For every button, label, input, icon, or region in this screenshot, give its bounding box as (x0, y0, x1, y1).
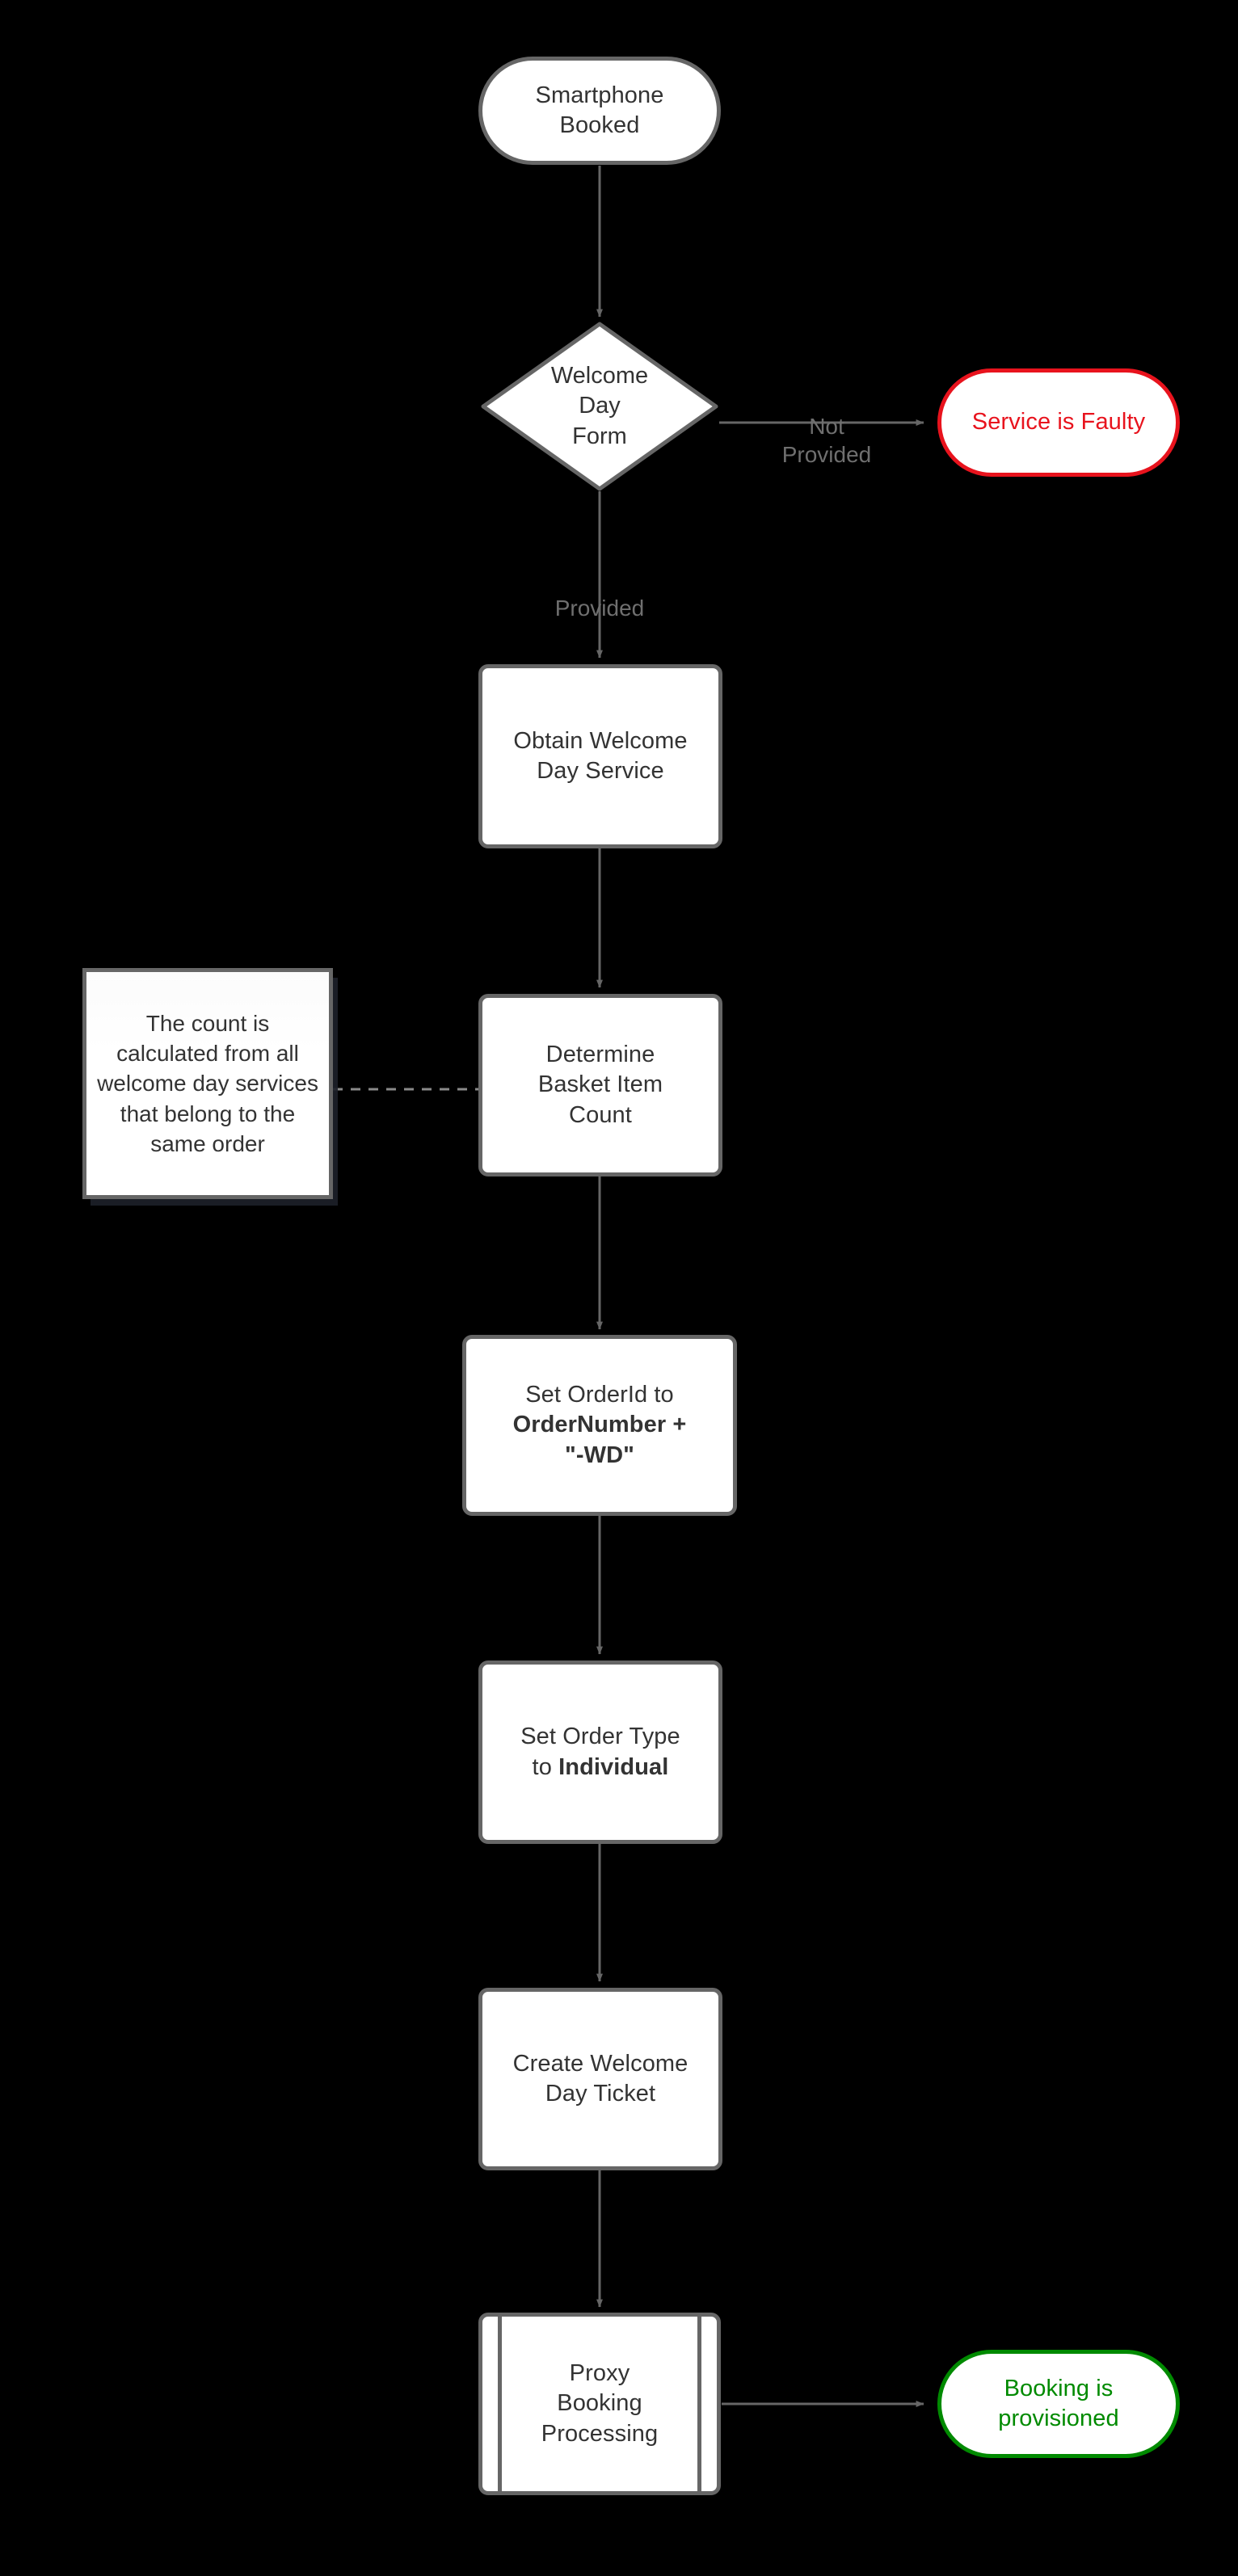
node-determine-basket-item-count[interactable]: Determine Basket Item Count (478, 994, 722, 1176)
node-start-label: Smartphone Booked (535, 82, 664, 138)
node-set-order-type-line2-bold: Individual (558, 1753, 669, 1780)
node-provisioned-label: Booking is provisioned (998, 2375, 1119, 2431)
node-set-orderid-line2: OrderNumber + (512, 1412, 687, 1438)
node-set-order-type[interactable]: Set Order Type to Individual (478, 1661, 722, 1844)
node-set-order-type-label: Set Order Type to Individual (520, 1722, 680, 1782)
node-set-order-type-line2-prefix: to (532, 1753, 559, 1780)
node-decision-welcome-day-form[interactable]: Welcome Day Form (481, 322, 718, 491)
edge-label-provided: Provided (519, 566, 680, 622)
node-service-is-faulty-label: Service is Faulty (971, 409, 1146, 436)
edge-label-not-provided: Not Provided (758, 384, 895, 469)
node-set-order-type-line1: Set Order Type (520, 1724, 680, 1750)
node-obtain-welcome-day-service[interactable]: Obtain Welcome Day Service (478, 664, 722, 848)
node-service-is-faulty[interactable]: Service is Faulty (937, 368, 1180, 477)
node-start-smartphone-booked[interactable]: Smartphone Booked (478, 57, 721, 165)
node-determine-label: Determine Basket Item Count (537, 1042, 663, 1128)
node-set-orderid-line3: "-WD" (565, 1442, 634, 1468)
note-basket-item-count: The count is calculated from all welcome… (82, 968, 333, 1199)
node-create-ticket-label: Create Welcome Day Ticket (512, 2050, 688, 2107)
node-set-orderid-label: Set OrderId to OrderNumber + "-WD" (513, 1380, 687, 1470)
node-proxy-label: Proxy Booking Processing (541, 2360, 659, 2447)
node-decision-label: Welcome Day Form (550, 363, 649, 449)
node-create-welcome-day-ticket[interactable]: Create Welcome Day Ticket (478, 1988, 722, 2170)
node-set-orderid[interactable]: Set OrderId to OrderNumber + "-WD" (462, 1335, 737, 1516)
edge-label-provided-text: Provided (554, 596, 645, 621)
node-booking-is-provisioned[interactable]: Booking is provisioned (937, 2350, 1180, 2458)
node-set-orderid-line1: Set OrderId to (525, 1382, 674, 1408)
node-obtain-label: Obtain Welcome Day Service (513, 727, 688, 784)
note-text: The count is calculated from all welcome… (97, 1010, 318, 1156)
edge-label-not-provided-text: Not Provided (781, 414, 872, 467)
node-proxy-booking-processing[interactable]: Proxy Booking Processing (478, 2313, 721, 2495)
